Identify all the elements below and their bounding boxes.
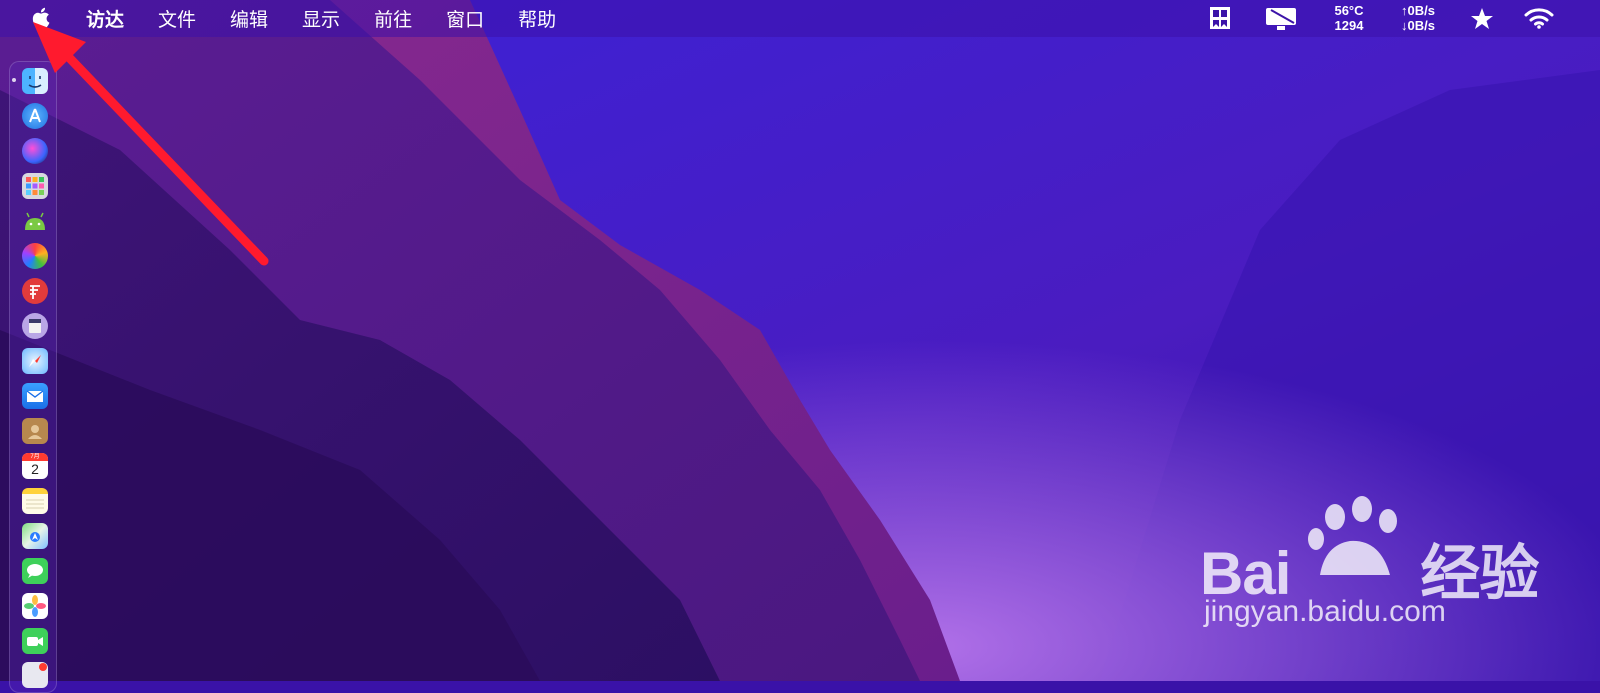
menu-window[interactable]: 窗口	[446, 5, 484, 32]
partially-visible-dock-icon[interactable]	[22, 662, 48, 688]
maps-icon[interactable]	[22, 523, 48, 549]
cpu-temp-readout[interactable]: 56°C 1294	[1326, 3, 1372, 40]
star-icon[interactable]	[1470, 7, 1494, 31]
watermark-url: jingyan.baidu.com	[1204, 595, 1446, 628]
calendar-icon[interactable]: 7月 2	[22, 453, 48, 479]
facetime-icon[interactable]	[22, 628, 48, 654]
window-grid-icon[interactable]	[1209, 6, 1231, 30]
cpu-temperature: 56°C	[1334, 3, 1364, 18]
red-app-icon[interactable]	[22, 278, 48, 304]
menu-go[interactable]: 前往	[374, 5, 412, 32]
notes-app-icon[interactable]	[22, 313, 48, 339]
messages-icon[interactable]	[22, 558, 48, 584]
calendar-day: 2	[31, 461, 39, 477]
upload-speed: ↑0B/s	[1401, 3, 1435, 18]
notes-icon[interactable]	[22, 488, 48, 514]
menu-view[interactable]: 显示	[302, 5, 340, 32]
download-speed: ↓0B/s	[1401, 18, 1435, 33]
annotation-arrow	[33, 22, 269, 266]
wifi-icon[interactable]	[1524, 7, 1554, 29]
photos-icon[interactable]	[22, 593, 48, 619]
baidu-jingyan-watermark: Bai 经验 jingyan.baidu.com	[1200, 495, 1539, 635]
network-speed-readout[interactable]: ↑0B/s ↓0B/s	[1392, 3, 1444, 40]
calendar-month: 7月	[22, 453, 48, 461]
notification-badge	[39, 663, 47, 671]
contacts-icon[interactable]	[22, 418, 48, 444]
safari-icon[interactable]	[22, 348, 48, 374]
mail-icon[interactable]	[22, 383, 48, 409]
menu-help[interactable]: 帮助	[518, 5, 556, 32]
fan-speed: 1294	[1334, 18, 1364, 33]
display-mirroring-icon[interactable]	[1265, 6, 1297, 32]
